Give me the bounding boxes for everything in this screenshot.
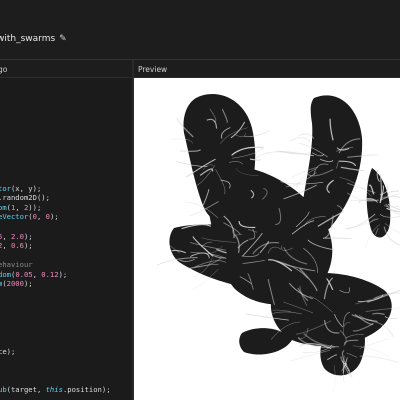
sketch-title-row[interactable]: with_swarms ✎	[0, 31, 67, 47]
pencil-icon[interactable]: ✎	[59, 34, 67, 44]
code-token: ,	[2, 231, 11, 241]
swarm-ribbon	[366, 168, 391, 238]
code-token: );	[23, 279, 33, 289]
code-token: .random2D();	[0, 193, 50, 203]
code-line: 2, 0.6);	[0, 241, 111, 251]
code-token: ,	[32, 269, 42, 279]
code-line: tor(x, y);	[0, 184, 111, 194]
code-line: dom(0.05, 0.12);	[0, 270, 111, 280]
code-token: (target,	[6, 385, 46, 394]
code-panel-label: go	[0, 65, 8, 74]
code-token: );	[23, 241, 33, 251]
code-token: eVector	[0, 212, 29, 222]
code-token: ce);	[0, 346, 16, 356]
code-line: ub(target, this.position);	[0, 385, 111, 395]
code-token: 0.6	[10, 241, 24, 251]
panel-headers: go Preview	[0, 60, 400, 78]
code-token: .position);	[62, 385, 111, 394]
swarm-stroke	[289, 137, 311, 143]
code-token: ));	[28, 202, 42, 212]
code-token: ub	[0, 385, 7, 394]
code-token: dom	[0, 269, 11, 279]
code-line: m(2000);	[0, 279, 111, 289]
code-line: .random2D();	[0, 193, 111, 203]
code-token: this	[45, 385, 63, 394]
code-token: (x, y);	[10, 183, 42, 193]
code-token: );	[49, 212, 59, 222]
code-editor[interactable]: tor(x, y); .random2D(); om(1, 2)); eVector(…	[0, 78, 132, 400]
swarm-stroke	[359, 355, 399, 364]
code-token: 2.0	[10, 231, 24, 241]
code-line: 5, 2.0);	[0, 232, 111, 242]
preview-panel	[134, 78, 400, 400]
code-token: 0.12	[41, 269, 59, 279]
sketch-title[interactable]: with_swarms	[0, 34, 55, 44]
code-token: ,	[15, 202, 24, 212]
top-bar: with_swarms ✎	[0, 0, 400, 60]
code-token: );	[23, 231, 33, 241]
preview-canvas	[156, 93, 400, 392]
code-token: );	[58, 269, 68, 279]
code-token: ,	[2, 241, 11, 251]
swarm-stroke	[279, 150, 314, 157]
code-token: om	[0, 202, 7, 212]
code-line: om(1, 2));	[0, 203, 111, 213]
code-lines: tor(x, y); .random2D(); om(1, 2)); eVector(…	[0, 78, 111, 395]
code-token: 2000	[6, 279, 24, 289]
code-line: eVector(0, 0);	[0, 212, 111, 222]
code-line: ce);	[0, 347, 111, 357]
preview-panel-label: Preview	[138, 65, 168, 74]
swarm-artwork	[156, 93, 400, 392]
code-line: ehaviour	[0, 260, 111, 270]
code-token: ehaviour	[0, 260, 33, 270]
code-token: 0.05	[15, 269, 33, 279]
code-token: ,	[36, 212, 46, 222]
code-token: tor	[0, 183, 11, 193]
